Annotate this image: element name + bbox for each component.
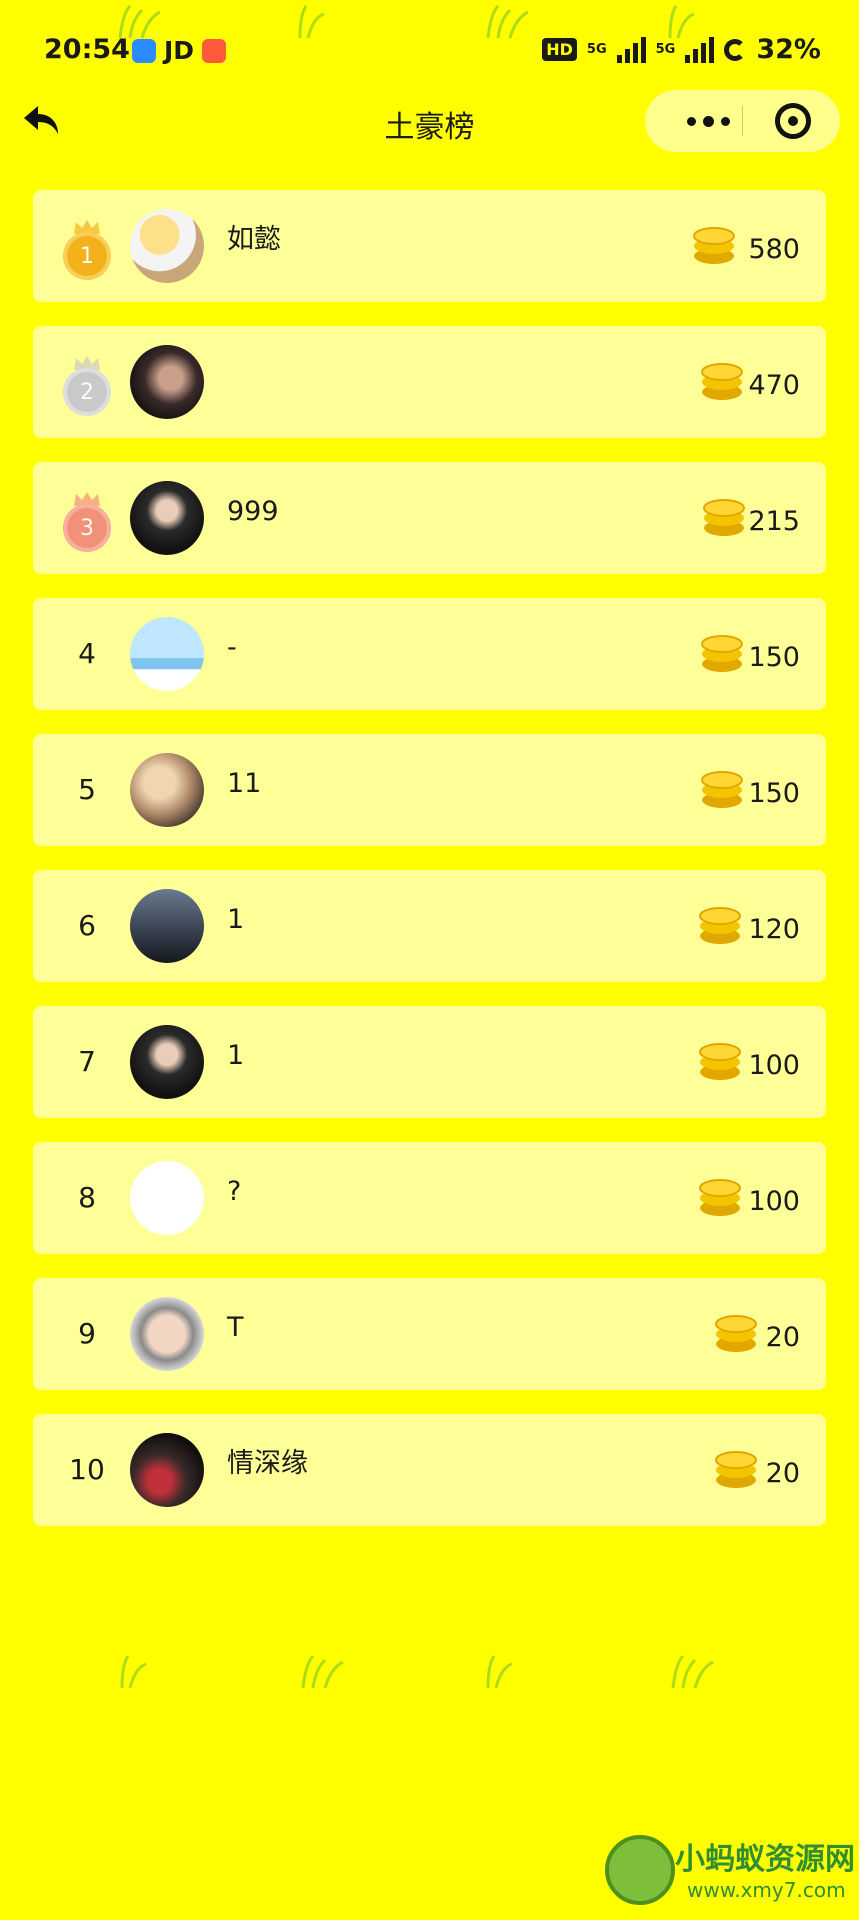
coin-amount: 150 [748, 778, 800, 809]
ranking-row-5[interactable]: 5 11 150 [33, 734, 826, 846]
coin-stack-icon [699, 1179, 741, 1216]
rank-number: 7 [78, 1045, 96, 1078]
coin-amount: 120 [748, 914, 800, 945]
coin-stack-icon [699, 907, 741, 944]
user-name: 11 [227, 768, 262, 799]
coin-amount: 100 [748, 1050, 800, 1081]
avatar [130, 1297, 204, 1371]
coin-stack-icon [701, 635, 743, 672]
user-name: - [227, 632, 237, 663]
ranking-row-3[interactable]: 3 999 215 [33, 462, 826, 574]
coin-amount: 100 [748, 1186, 800, 1217]
status-indicators: HD 5G 5G 32% [542, 34, 821, 65]
gold-medal-icon: 1 [57, 218, 117, 280]
grass-doodle [295, 1650, 355, 1690]
hd-icon: HD [542, 38, 577, 61]
coin-stack-icon [699, 1043, 741, 1080]
coin-amount: 150 [748, 642, 800, 673]
ranking-row-1[interactable]: 1 如懿 580 [33, 190, 826, 302]
watermark-name: 小蚂蚁资源网 [675, 1842, 855, 1877]
avatar [130, 345, 204, 419]
ranking-row-9[interactable]: 9 T 20 [33, 1278, 826, 1390]
ranking-row-7[interactable]: 7 1 100 [33, 1006, 826, 1118]
mini-program-capsule [645, 90, 840, 152]
rank-number: 10 [69, 1453, 105, 1486]
app-notification-icon [202, 38, 227, 63]
coin-stack-icon [693, 227, 735, 264]
network-type-1: 5G [586, 42, 607, 57]
user-name: 情深缘 [227, 1448, 308, 1479]
network-type-2: 5G [655, 42, 676, 57]
user-name: 1 [227, 904, 245, 935]
ant-logo-icon [605, 1835, 675, 1905]
capsule-divider [742, 106, 743, 136]
user-name: 如懿 [227, 224, 281, 255]
jd-app-label: JD [164, 36, 195, 65]
ranking-row-10[interactable]: 10 情深缘 20 [33, 1414, 826, 1526]
coin-stack-icon [701, 363, 743, 400]
grass-doodle [665, 1650, 725, 1690]
status-app-icons: JD [132, 36, 227, 65]
medal-disc: 1 [63, 232, 111, 280]
medal-disc: 2 [63, 368, 111, 416]
medal-disc: 3 [63, 504, 111, 552]
coin-stack-icon [715, 1315, 757, 1352]
grass-doodle [478, 1650, 538, 1690]
coin-stack-icon [701, 771, 743, 808]
avatar [130, 209, 204, 283]
bronze-medal-icon: 3 [57, 490, 117, 552]
coin-amount: 580 [748, 234, 800, 265]
rank-number: 5 [78, 773, 96, 806]
target-close-icon[interactable] [775, 103, 811, 139]
ranking-list: 1 如懿 580 2 470 3 999 215 4 - 150 5 11 15… [33, 190, 826, 1550]
more-dots-icon[interactable] [673, 90, 743, 152]
ranking-row-8[interactable]: 8 ? 100 [33, 1142, 826, 1254]
watermark: 小蚂蚁资源网 www.xmy7.com [605, 1830, 855, 1920]
rank-number: 6 [78, 909, 96, 942]
rank-number: 9 [78, 1317, 96, 1350]
signal-icon [616, 36, 646, 63]
coin-stack-icon [715, 1451, 757, 1488]
avatar [130, 617, 204, 691]
signal-icon [685, 36, 715, 63]
coin-amount: 20 [765, 1458, 800, 1489]
coin-amount: 20 [765, 1322, 800, 1353]
ranking-row-6[interactable]: 6 1 120 [33, 870, 826, 982]
status-time: 20:54 [44, 34, 130, 65]
user-name: ? [227, 1176, 242, 1207]
avatar [130, 1025, 204, 1099]
nav-bar: 土豪榜 [0, 80, 859, 160]
watermark-url: www.xmy7.com [687, 1878, 846, 1902]
avatar [130, 1433, 204, 1507]
user-name: 999 [227, 496, 279, 527]
rank-number: 8 [78, 1181, 96, 1214]
app-notification-icon [132, 38, 156, 63]
ranking-row-4[interactable]: 4 - 150 [33, 598, 826, 710]
battery-icon [724, 38, 747, 61]
coin-amount: 470 [748, 370, 800, 401]
avatar [130, 481, 204, 555]
coin-stack-icon [703, 499, 745, 536]
avatar [130, 753, 204, 827]
coin-amount: 215 [748, 506, 800, 537]
ranking-row-2[interactable]: 2 470 [33, 326, 826, 438]
avatar [130, 1161, 204, 1235]
user-name: 1 [227, 1040, 245, 1071]
rank-number: 4 [78, 637, 96, 670]
silver-medal-icon: 2 [57, 354, 117, 416]
grass-doodle [112, 1650, 172, 1690]
avatar [130, 889, 204, 963]
battery-percent: 32% [756, 34, 821, 65]
user-name: T [227, 1312, 244, 1343]
